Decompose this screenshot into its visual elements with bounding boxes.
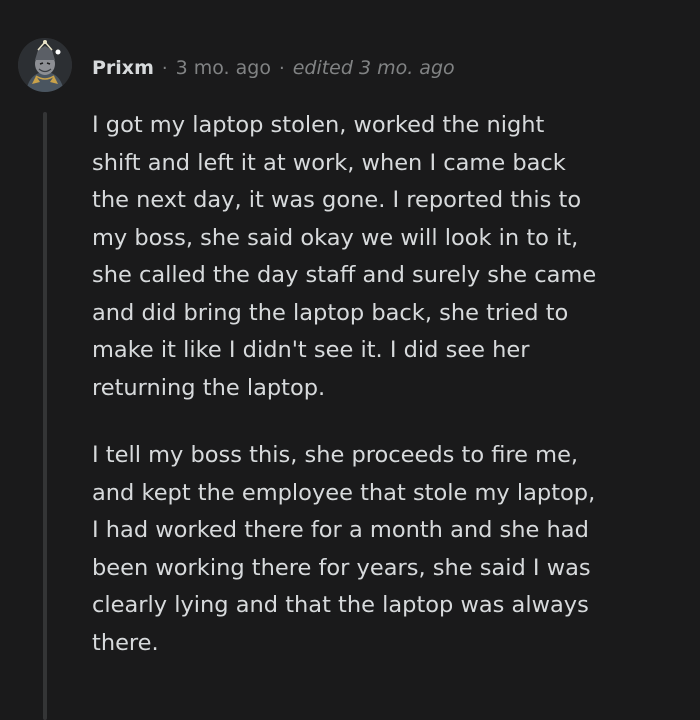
comment-body: I got my laptop stolen, worked the night… bbox=[92, 107, 682, 692]
comment-paragraph: I got my laptop stolen, worked the night… bbox=[92, 112, 597, 401]
meta-separator: · bbox=[278, 57, 285, 79]
comment-paragraph: I tell my boss this, she proceeds to fir… bbox=[92, 442, 596, 656]
comment-timestamp[interactable]: 3 mo. ago bbox=[176, 57, 271, 79]
edited-label: edited 3 mo. ago bbox=[292, 57, 455, 79]
author-name[interactable]: Prixm bbox=[92, 57, 154, 79]
comment: Prixm · 3 mo. ago · edited 3 mo. ago I g… bbox=[0, 0, 700, 720]
comment-meta: Prixm · 3 mo. ago · edited 3 mo. ago bbox=[92, 54, 455, 82]
meta-separator: · bbox=[161, 57, 168, 79]
user-avatar-icon[interactable] bbox=[18, 38, 72, 92]
thread-collapse-line[interactable] bbox=[43, 112, 47, 720]
